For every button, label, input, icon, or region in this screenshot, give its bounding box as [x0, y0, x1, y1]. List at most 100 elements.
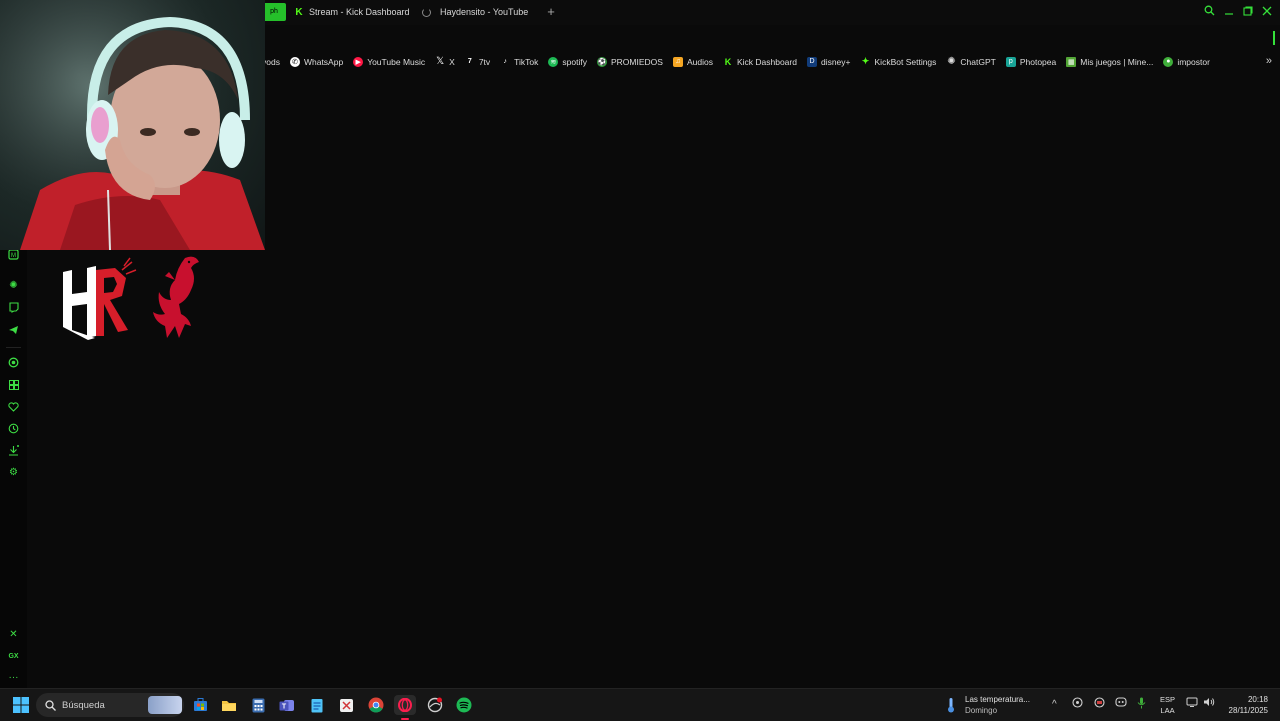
teams-icon[interactable]: T	[276, 695, 298, 715]
youtube-music-icon: ▶	[353, 56, 364, 67]
telegram-icon[interactable]	[6, 322, 21, 337]
bookmark-kick-dashboard[interactable]: K Kick Dashboard	[723, 57, 797, 67]
history-clock-icon[interactable]	[6, 421, 21, 436]
gx-corner-icon[interactable]: GX	[6, 649, 21, 664]
sidebar-toggle-indicator	[1273, 31, 1275, 45]
svg-text:M: M	[11, 253, 16, 259]
windows-start-icon[interactable]	[10, 695, 32, 715]
bookmark-chatgpt[interactable]: ✺ ChatGPT	[946, 56, 996, 67]
more-icon[interactable]: ···	[6, 670, 21, 685]
active-tab[interactable]: ph	[262, 3, 286, 21]
weather-title: Las temperatura...	[965, 695, 1030, 704]
bookmark-label: YouTube Music	[367, 56, 426, 67]
7tv-icon: 7	[467, 58, 472, 65]
system-clock[interactable]: 20:18 28/11/2025	[1229, 694, 1268, 716]
notepad-icon[interactable]	[306, 695, 328, 715]
streamer-face-image	[0, 0, 265, 250]
microsoft-store-icon[interactable]	[189, 695, 211, 715]
file-explorer-icon[interactable]	[218, 695, 240, 715]
bookmark-label: PROMIEDOS	[611, 56, 663, 67]
language-code: ESP	[1160, 695, 1176, 704]
maximize-icon[interactable]	[1241, 4, 1255, 20]
bookmark-label: disney+	[820, 56, 851, 67]
bookmark-label: X	[449, 56, 455, 67]
steam-like-app-icon[interactable]	[424, 695, 446, 715]
bookmark-label: 7tv	[478, 56, 491, 67]
opera-gx-icon[interactable]	[394, 695, 416, 720]
bookmark-label: TikTok	[514, 56, 539, 67]
x-icon: 𝕏	[436, 56, 445, 67]
bookmark-tiktok[interactable]: ♪ TikTok	[500, 57, 538, 67]
bookmarks-heart-icon[interactable]	[6, 399, 21, 414]
photopea-icon: p	[1005, 56, 1016, 67]
bookmark-7tv[interactable]: 7 7tv	[465, 57, 490, 67]
snipping-tool-icon[interactable]	[335, 695, 357, 715]
bookmark-youtube-music[interactable]: ▶ YouTube Music	[353, 56, 426, 67]
bookmark-label: Photopea	[1019, 56, 1057, 67]
tiktok-icon: ♪	[503, 58, 507, 65]
settings-gear-icon[interactable]: ⚙	[6, 465, 21, 480]
promiedos-icon: ⚽	[597, 56, 607, 67]
bookmark-impostor[interactable]: ● impostor	[1163, 56, 1210, 67]
spotify-icon: ≋	[548, 56, 559, 67]
minimize-icon[interactable]	[1222, 4, 1236, 20]
bookmark-whatsapp[interactable]: ✆ WhatsApp	[289, 56, 344, 67]
spotify-taskbar-icon[interactable]	[453, 695, 475, 715]
audios-icon: ♫	[672, 56, 683, 67]
twitch-icon[interactable]	[6, 300, 21, 315]
bookmark-label: spotify	[562, 56, 587, 67]
bookmark-label: impostor	[1177, 56, 1210, 67]
sidebar-divider	[6, 347, 21, 348]
chrome-icon[interactable]	[365, 695, 387, 715]
calculator-icon[interactable]	[247, 695, 269, 715]
tray-microphone-icon[interactable]	[1137, 697, 1146, 715]
webcam-overlay	[0, 0, 265, 250]
tab-title: Stream - Kick Dashboard	[309, 7, 410, 17]
downloads-icon[interactable]	[6, 443, 21, 458]
search-placeholder: Búsqueda	[62, 699, 105, 711]
chatgpt-sidebar-icon[interactable]: ✺	[6, 278, 21, 293]
chatgpt-icon: ✺	[947, 56, 956, 67]
bookmark-promiedos[interactable]: ⚽ PROMIEDOS	[597, 56, 663, 67]
search-tabs-icon[interactable]	[1202, 4, 1216, 20]
keyboard-layout: LAA	[1160, 706, 1175, 715]
kickbot-icon: ✦	[861, 56, 870, 66]
bookmarks-overflow-icon[interactable]: »	[1266, 52, 1272, 71]
taskbar-search-box[interactable]: Búsqueda	[36, 693, 184, 717]
gx-control-icon[interactable]	[6, 355, 21, 370]
kick-icon: K	[295, 6, 303, 18]
tab-kick-dashboard[interactable]: K Stream - Kick Dashboard	[294, 2, 410, 22]
tab-youtube[interactable]: Haydensito - YouTube	[422, 2, 528, 22]
pinboard-icon[interactable]: ✕	[6, 627, 21, 642]
volume-icon[interactable]	[1203, 697, 1215, 713]
bookmark-audios[interactable]: ♫ Audios	[672, 56, 713, 67]
bookmark-label: WhatsApp	[303, 56, 344, 67]
bookmark-disney[interactable]: Ddisney+	[806, 56, 851, 67]
tray-discord-icon[interactable]	[1115, 697, 1127, 713]
workspaces-grid-icon[interactable]	[6, 377, 21, 392]
search-highlight-image	[148, 696, 182, 714]
bookmark-mis-juegos[interactable]: ▦ Mis juegos | Mine...	[1066, 56, 1153, 67]
tray-game-icon[interactable]	[1094, 697, 1105, 714]
liverpool-liverbird-logo	[153, 256, 199, 338]
close-icon[interactable]	[1260, 4, 1274, 20]
bookmark-x[interactable]: 𝕏X	[435, 56, 455, 67]
show-hidden-icons-chevron-icon[interactable]: ^	[1052, 697, 1057, 713]
network-icon[interactable]	[1186, 697, 1198, 713]
bookmarks-bar: vods ✆ WhatsApp ▶ YouTube Music 𝕏X 7 7tv ♪ T…	[262, 52, 1280, 71]
tray-steam-icon[interactable]	[1072, 697, 1083, 714]
loading-spinner-icon	[422, 7, 431, 17]
clock-date: 28/11/2025	[1228, 706, 1268, 715]
bookmark-photopea[interactable]: p Photopea	[1005, 56, 1057, 67]
weather-widget[interactable]: Las temperatura... Domingo	[965, 694, 1030, 716]
active-tab-label: ph	[270, 8, 278, 15]
bookmark-label: Audios	[686, 56, 713, 67]
new-tab-button[interactable]: +	[544, 4, 558, 20]
bookmark-kickbot-settings[interactable]: ✦ KickBot Settings	[861, 56, 937, 67]
input-language-indicator[interactable]: ESP LAA	[1160, 694, 1175, 716]
weather-thermometer-icon[interactable]	[940, 695, 962, 715]
bookmark-spotify[interactable]: ≋ spotify	[548, 56, 587, 67]
bookmark-label: KickBot Settings	[874, 56, 937, 67]
disney-icon: D	[806, 56, 817, 67]
stream-logos: HR	[60, 252, 210, 344]
